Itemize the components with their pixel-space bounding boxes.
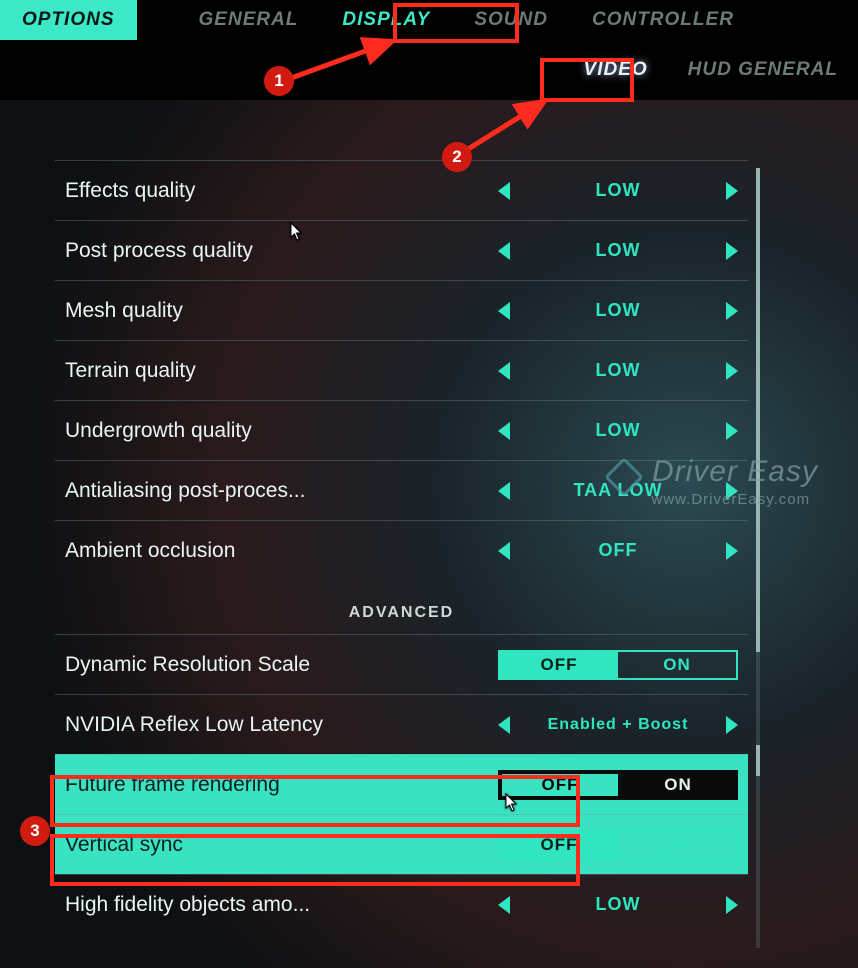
toggle-vertical-sync: OFF ON <box>498 830 738 860</box>
toggle-off-button[interactable]: OFF <box>500 832 618 858</box>
arrow-left-icon[interactable] <box>498 716 510 734</box>
arrow-left-icon[interactable] <box>498 482 510 500</box>
label-future-frame-rendering: Future frame rendering <box>65 773 498 797</box>
arrow-right-icon[interactable] <box>726 422 738 440</box>
row-nvidia-reflex: NVIDIA Reflex Low Latency Enabled + Boos… <box>55 694 748 754</box>
value-nvidia-reflex: Enabled + Boost <box>498 716 738 734</box>
row-ambient-occlusion: Ambient occlusion OFF <box>55 520 748 580</box>
tab-display[interactable]: DISPLAY <box>320 0 452 40</box>
arrow-right-icon[interactable] <box>726 716 738 734</box>
value-text: LOW <box>510 240 726 261</box>
value-text: OFF <box>510 540 726 561</box>
value-text: LOW <box>510 180 726 201</box>
scrollbar[interactable] <box>756 168 760 948</box>
scrollbar-thumb[interactable] <box>756 745 760 776</box>
annotation-arrow-icon <box>460 96 560 156</box>
label-dynamic-resolution-scale: Dynamic Resolution Scale <box>65 653 498 677</box>
arrow-right-icon[interactable] <box>726 542 738 560</box>
label-post-process-quality: Post process quality <box>65 239 498 263</box>
row-future-frame-rendering: Future frame rendering OFF ON <box>55 754 748 814</box>
tab-sound[interactable]: SOUND <box>452 0 570 40</box>
row-undergrowth-quality: Undergrowth quality LOW <box>55 400 748 460</box>
row-post-process-quality: Post process quality LOW <box>55 220 748 280</box>
row-effects-quality: Effects quality LOW <box>55 160 748 220</box>
top-tab-bar: OPTIONS GENERAL DISPLAY SOUND CONTROLLER <box>0 0 858 40</box>
toggle-on-button[interactable]: ON <box>620 772 736 798</box>
subtab-hud-general[interactable]: HUD GENERAL <box>688 59 838 81</box>
value-ambient-occlusion: OFF <box>498 540 738 561</box>
arrow-right-icon[interactable] <box>726 242 738 260</box>
value-undergrowth-quality: LOW <box>498 420 738 441</box>
value-text: Enabled + Boost <box>510 716 726 734</box>
label-effects-quality: Effects quality <box>65 179 498 203</box>
arrow-left-icon[interactable] <box>498 362 510 380</box>
value-effects-quality: LOW <box>498 180 738 201</box>
arrow-right-icon[interactable] <box>726 896 738 914</box>
arrow-left-icon[interactable] <box>498 896 510 914</box>
toggle-on-button[interactable]: ON <box>618 652 736 678</box>
toggle-future-frame-rendering: OFF ON <box>498 770 738 800</box>
value-post-process-quality: LOW <box>498 240 738 261</box>
value-antialiasing: TAA LOW <box>498 480 738 501</box>
toggle-on-button[interactable]: ON <box>618 832 736 858</box>
arrow-left-icon[interactable] <box>498 182 510 200</box>
arrow-left-icon[interactable] <box>498 242 510 260</box>
sub-tab-bar: VIDEO HUD GENERAL <box>0 40 858 100</box>
row-terrain-quality: Terrain quality LOW <box>55 340 748 400</box>
arrow-right-icon[interactable] <box>726 182 738 200</box>
label-ambient-occlusion: Ambient occlusion <box>65 539 498 563</box>
row-mesh-quality: Mesh quality LOW <box>55 280 748 340</box>
label-nvidia-reflex: NVIDIA Reflex Low Latency <box>65 713 498 737</box>
settings-panel: Effects quality LOW Post process quality… <box>55 160 748 968</box>
section-advanced: ADVANCED <box>55 580 748 634</box>
arrow-left-icon[interactable] <box>498 302 510 320</box>
toggle-off-button[interactable]: OFF <box>500 652 618 678</box>
subtab-video[interactable]: VIDEO <box>584 59 648 81</box>
value-mesh-quality: LOW <box>498 300 738 321</box>
arrow-left-icon[interactable] <box>498 422 510 440</box>
tab-options[interactable]: OPTIONS <box>0 0 137 40</box>
label-vertical-sync: Vertical sync <box>65 833 498 857</box>
toggle-off-button[interactable]: OFF <box>500 772 620 798</box>
label-terrain-quality: Terrain quality <box>65 359 498 383</box>
label-antialiasing: Antialiasing post-proces... <box>65 479 498 503</box>
annotation-badge-3: 3 <box>20 816 50 846</box>
label-undergrowth-quality: Undergrowth quality <box>65 419 498 443</box>
label-mesh-quality: Mesh quality <box>65 299 498 323</box>
arrow-right-icon[interactable] <box>726 302 738 320</box>
value-text: LOW <box>510 360 726 381</box>
value-text: LOW <box>510 420 726 441</box>
arrow-right-icon[interactable] <box>726 482 738 500</box>
row-high-fidelity-objects: High fidelity objects amo... LOW <box>55 874 748 934</box>
value-text: LOW <box>510 300 726 321</box>
row-vertical-sync: Vertical sync OFF ON <box>55 814 748 874</box>
tab-general[interactable]: GENERAL <box>177 0 321 40</box>
value-text: LOW <box>510 894 726 915</box>
toggle-dynamic-resolution-scale: OFF ON <box>498 650 738 680</box>
row-antialiasing: Antialiasing post-proces... TAA LOW <box>55 460 748 520</box>
tab-controller[interactable]: CONTROLLER <box>570 0 756 40</box>
scrollbar-thumb[interactable] <box>756 168 760 652</box>
label-high-fidelity-objects: High fidelity objects amo... <box>65 893 498 917</box>
arrow-right-icon[interactable] <box>726 362 738 380</box>
value-text: TAA LOW <box>510 480 726 501</box>
arrow-left-icon[interactable] <box>498 542 510 560</box>
value-terrain-quality: LOW <box>498 360 738 381</box>
row-dynamic-resolution-scale: Dynamic Resolution Scale OFF ON <box>55 634 748 694</box>
value-high-fidelity-objects: LOW <box>498 894 738 915</box>
